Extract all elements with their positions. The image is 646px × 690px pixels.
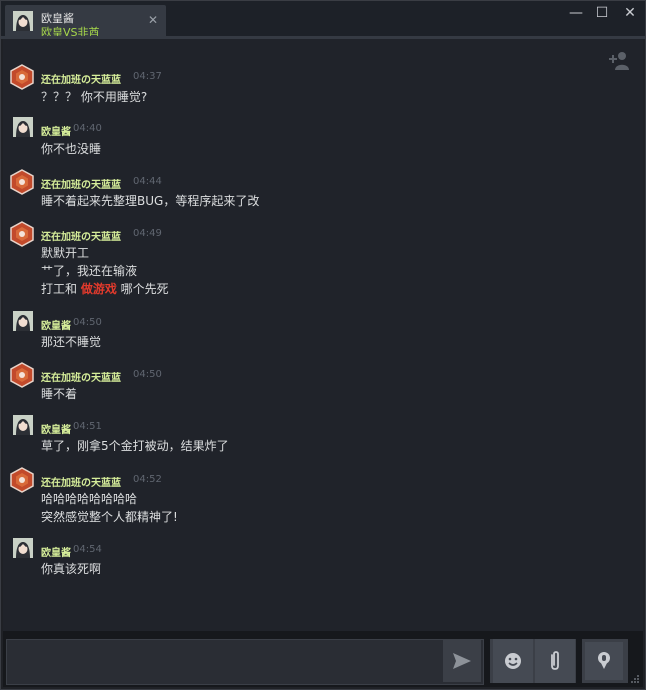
message-timestamp: 04:54: [73, 544, 102, 555]
message-text: 你真该死啊: [41, 562, 102, 576]
emoticon-icon: [505, 653, 521, 669]
send-button[interactable]: [443, 640, 481, 682]
title-bar: 欧皇酱 欧皇VS非酋 ✕ — ☐ ✕: [1, 1, 645, 39]
add-friend-icon[interactable]: [607, 49, 631, 71]
message-text: 哈哈哈哈哈哈哈哈: [41, 492, 138, 506]
message-timestamp: 04:40: [73, 123, 102, 134]
message-text: 睡不着起来先整理BUG，等程序起来了改: [41, 194, 260, 208]
message-username[interactable]: 还在加班の天蓝蓝: [41, 474, 121, 489]
message-username[interactable]: 还在加班の天蓝蓝: [41, 228, 121, 243]
hexagon-avatar-icon[interactable]: [9, 64, 35, 90]
hexagon-avatar-icon[interactable]: [9, 467, 35, 493]
message-timestamp: 04:50: [73, 317, 102, 328]
message-text: 那还不睡觉: [41, 335, 102, 349]
anime-avatar-icon[interactable]: [13, 415, 33, 435]
message-username[interactable]: 欧皇酱: [41, 123, 71, 138]
message-username[interactable]: 欧皇酱: [41, 317, 71, 332]
chat-tab[interactable]: 欧皇酱 欧皇VS非酋 ✕: [5, 5, 166, 39]
highlighted-text: 做游戏: [80, 282, 117, 296]
composer-bar: [3, 631, 643, 687]
anime-avatar-icon[interactable]: [13, 311, 33, 331]
hexagon-avatar-icon[interactable]: [9, 221, 35, 247]
message-username[interactable]: 欧皇酱: [41, 544, 71, 559]
close-icon[interactable]: ✕: [148, 13, 158, 27]
close-window-button[interactable]: ✕: [619, 4, 641, 22]
hexagon-avatar-icon[interactable]: [9, 169, 35, 195]
anime-avatar-icon[interactable]: [13, 117, 33, 137]
emoticon-button[interactable]: [493, 639, 533, 683]
message-timestamp: 04:50: [133, 369, 162, 380]
message-timestamp: 04:37: [133, 71, 162, 82]
message-timestamp: 04:49: [133, 228, 162, 239]
tool-button-group: [490, 639, 576, 683]
message-text: 突然感觉整个人都精神了!: [41, 510, 178, 524]
hexagon-avatar-icon[interactable]: [9, 362, 35, 388]
attachment-button[interactable]: [535, 639, 575, 683]
message-text: ？？？ 你不用睡觉?: [41, 90, 148, 104]
send-icon: [453, 653, 471, 669]
resize-grip-icon[interactable]: [630, 674, 640, 684]
anime-avatar-icon: [13, 11, 33, 31]
message-text: 艹了，我还在输液: [41, 264, 138, 278]
attachment-icon: [551, 651, 559, 670]
message-username[interactable]: 还在加班の天蓝蓝: [41, 71, 121, 86]
message-text: 默默开工: [41, 246, 90, 260]
message-username[interactable]: 还在加班の天蓝蓝: [41, 369, 121, 384]
voice-button[interactable]: [585, 642, 623, 680]
message-text: 你不也没睡: [41, 142, 102, 156]
minimize-button[interactable]: —: [565, 4, 587, 22]
message-text-part: 哪个先死: [116, 282, 169, 296]
message-username[interactable]: 还在加班の天蓝蓝: [41, 176, 121, 191]
message-timestamp: 04:51: [73, 421, 102, 432]
message-input[interactable]: [6, 639, 484, 685]
voice-button-wrap: [582, 639, 628, 683]
maximize-button[interactable]: ☐: [591, 4, 613, 22]
message-timestamp: 04:52: [133, 474, 162, 485]
anime-avatar-icon[interactable]: [13, 538, 33, 558]
message-text: 草了，刚拿5个金打被动，结果炸了: [41, 439, 229, 453]
message-text: 睡不着: [41, 387, 78, 401]
message-timestamp: 04:44: [133, 176, 162, 187]
message-text-rich: 打工和 做游戏 哪个先死: [41, 280, 169, 297]
message-username[interactable]: 欧皇酱: [41, 421, 71, 436]
chat-log[interactable]: 还在加班の天蓝蓝 04:37 ？？？ 你不用睡觉? 欧皇酱 04:40 你不也没…: [3, 39, 643, 631]
message-text-part: 打工和: [41, 282, 81, 296]
voice-icon: [598, 652, 610, 669]
